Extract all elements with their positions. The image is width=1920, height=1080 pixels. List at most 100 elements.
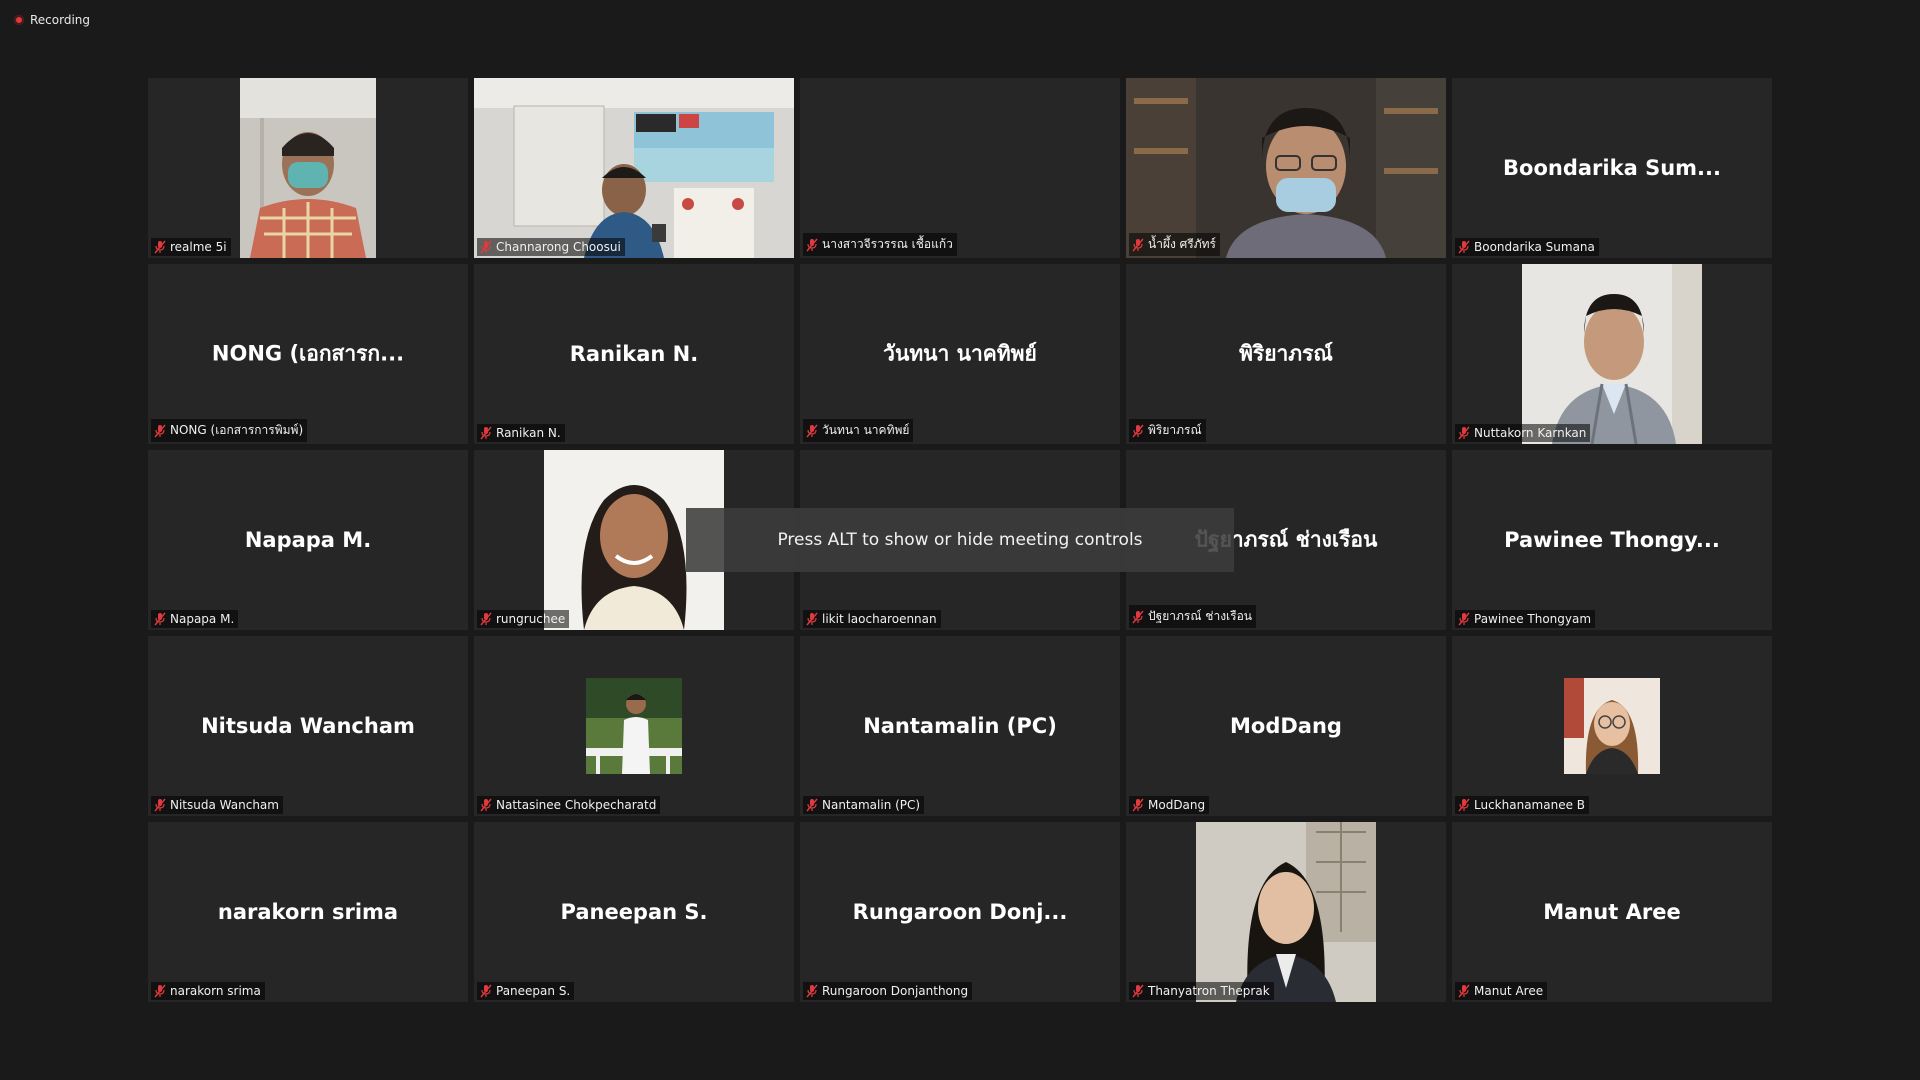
muted-mic-icon — [154, 240, 166, 254]
participant-name-tag: likit laocharoennan — [803, 610, 941, 628]
participant-tile[interactable]: นางสาวจีรวรรณ เชื้อแก้ว — [800, 78, 1120, 258]
participant-name-tag: Nitsuda Wancham — [151, 796, 283, 814]
participant-display-name: Ranikan N. — [569, 342, 699, 366]
video-frame — [1196, 822, 1376, 1002]
participant-name-tag: Paneepan S. — [477, 982, 575, 1000]
participant-name: Thanyatron Theprak — [1148, 984, 1270, 998]
participant-name: Manut Aree — [1474, 984, 1544, 998]
participant-display-name: Nitsuda Wancham — [201, 714, 415, 738]
participant-name: rungruchee — [496, 612, 566, 626]
participant-name: นางสาวจีรวรรณ เชื้อแก้ว — [822, 237, 953, 251]
participant-tile[interactable]: น้ำผึ้ง ศรีภัทร์ — [1126, 78, 1446, 258]
profile-picture — [586, 678, 682, 774]
participant-name-tag: NONG (เอกสารการพิมพ์) — [151, 419, 308, 442]
participant-tile[interactable]: Luckhanamanee B — [1452, 636, 1772, 816]
participant-tile[interactable]: Boondarika Sum... Boondarika Sumana — [1452, 78, 1772, 258]
participant-name: น้ำผึ้ง ศรีภัทร์ — [1148, 237, 1216, 251]
video-frame — [1126, 78, 1446, 258]
profile-picture — [1564, 678, 1660, 774]
participant-name-tag: narakorn srima — [151, 982, 265, 1000]
participant-display-name: Manut Aree — [1543, 900, 1681, 924]
participant-name-tag: Nuttakorn Karnkan — [1455, 424, 1591, 442]
participant-tile[interactable]: Manut Aree Manut Aree — [1452, 822, 1772, 1002]
participant-avatar — [586, 678, 682, 774]
participant-name: realme 5i — [170, 240, 227, 254]
participant-tile[interactable]: realme 5i — [148, 78, 468, 258]
participant-tile[interactable]: ModDang ModDang — [1126, 636, 1446, 816]
participant-tile[interactable]: พิริยาภรณ์ พิริยาภรณ์ — [1126, 264, 1446, 444]
muted-mic-icon — [154, 424, 166, 437]
participant-tile[interactable]: Nattasinee Chokpecharatd — [474, 636, 794, 816]
participant-display-name: Nantamalin (PC) — [863, 714, 1057, 738]
participant-name: Ranikan N. — [496, 426, 561, 440]
meeting-controls-hint: Press ALT to show or hide meeting contro… — [686, 508, 1234, 572]
participant-name-tag: Manut Aree — [1455, 982, 1548, 1000]
participant-name: Nantamalin (PC) — [822, 798, 921, 812]
participant-name: ModDang — [1148, 798, 1206, 812]
participant-name-tag: Luckhanamanee B — [1455, 796, 1590, 814]
participant-display-name: ModDang — [1230, 714, 1342, 738]
muted-mic-icon — [154, 798, 166, 812]
participant-name-tag: Ranikan N. — [477, 424, 565, 442]
participant-name-tag: rungruchee — [477, 610, 570, 628]
participant-name: NONG (เอกสารการพิมพ์) — [170, 423, 304, 437]
muted-mic-icon — [480, 984, 492, 998]
video-frame — [1522, 264, 1702, 444]
participant-tile[interactable]: Rungaroon Donj... Rungaroon Donjanthong — [800, 822, 1120, 1002]
participant-tile[interactable]: Nuttakorn Karnkan — [1452, 264, 1772, 444]
participant-name-tag: Nattasinee Chokpecharatd — [477, 796, 661, 814]
muted-mic-icon — [1132, 610, 1144, 623]
participant-name-tag: Channarong Choosui — [477, 238, 625, 256]
participant-display-name: Pawinee Thongy... — [1504, 528, 1720, 552]
participant-name: Luckhanamanee B — [1474, 798, 1586, 812]
muted-mic-icon — [1132, 798, 1144, 812]
participant-display-name: Paneepan S. — [560, 900, 708, 924]
muted-mic-icon — [806, 238, 818, 251]
participant-display-name: Boondarika Sum... — [1503, 156, 1721, 180]
hint-text: Press ALT to show or hide meeting contro… — [777, 530, 1143, 550]
participant-name: Napapa M. — [170, 612, 235, 626]
participant-video — [1126, 78, 1446, 258]
participant-display-name: Rungaroon Donj... — [852, 900, 1068, 924]
muted-mic-icon — [1132, 984, 1144, 998]
participant-tile[interactable]: Channarong Choosui — [474, 78, 794, 258]
participant-tile[interactable]: narakorn srima narakorn srima — [148, 822, 468, 1002]
recording-indicator: Recording — [14, 13, 90, 27]
recording-label: Recording — [30, 13, 91, 27]
participant-tile[interactable]: Nitsuda Wancham Nitsuda Wancham — [148, 636, 468, 816]
participant-tile[interactable]: NONG (เอกสารก... NONG (เอกสารการพิมพ์) — [148, 264, 468, 444]
participant-video — [474, 78, 794, 258]
participant-name-tag: Thanyatron Theprak — [1129, 982, 1274, 1000]
participant-name: likit laocharoennan — [822, 612, 937, 626]
participant-tile[interactable]: Paneepan S. Paneepan S. — [474, 822, 794, 1002]
participant-name-tag: ModDang — [1129, 796, 1210, 814]
muted-mic-icon — [480, 426, 492, 440]
participant-display-name: พิริยาภรณ์ — [1239, 341, 1333, 366]
participant-name-tag: นางสาวจีรวรรณ เชื้อแก้ว — [803, 233, 957, 256]
muted-mic-icon — [480, 612, 492, 626]
video-frame — [474, 78, 794, 258]
muted-mic-icon — [1132, 424, 1144, 437]
participant-tile[interactable]: Napapa M. Napapa M. — [148, 450, 468, 630]
participant-name: วันทนา นาคทิพย์ — [822, 423, 910, 437]
participant-video — [240, 78, 376, 258]
participant-tile[interactable]: Pawinee Thongy... Pawinee Thongyam — [1452, 450, 1772, 630]
participant-name-tag: วันทนา นาคทิพย์ — [803, 419, 914, 442]
participant-display-name: narakorn srima — [217, 900, 399, 924]
video-frame — [240, 78, 376, 258]
muted-mic-icon — [1458, 240, 1470, 254]
participant-name: Nattasinee Chokpecharatd — [496, 798, 657, 812]
participant-name-tag: ปัฐยาภรณ์ ช่างเรือน — [1129, 605, 1257, 628]
participant-tile[interactable]: Thanyatron Theprak — [1126, 822, 1446, 1002]
participant-video — [1522, 264, 1702, 444]
participant-tile[interactable]: Ranikan N. Ranikan N. — [474, 264, 794, 444]
muted-mic-icon — [1132, 238, 1144, 251]
participant-tile[interactable]: Nantamalin (PC) Nantamalin (PC) — [800, 636, 1120, 816]
participant-name: Nuttakorn Karnkan — [1474, 426, 1587, 440]
participant-tile[interactable]: วันทนา นาคทิพย์ วันทนา นาคทิพย์ — [800, 264, 1120, 444]
participant-name: ปัฐยาภรณ์ ช่างเรือน — [1148, 609, 1253, 623]
participant-display-name: วันทนา นาคทิพย์ — [883, 341, 1037, 366]
participant-display-name: Napapa M. — [244, 528, 372, 552]
participant-name: Paneepan S. — [496, 984, 571, 998]
participant-name: Pawinee Thongyam — [1474, 612, 1592, 626]
